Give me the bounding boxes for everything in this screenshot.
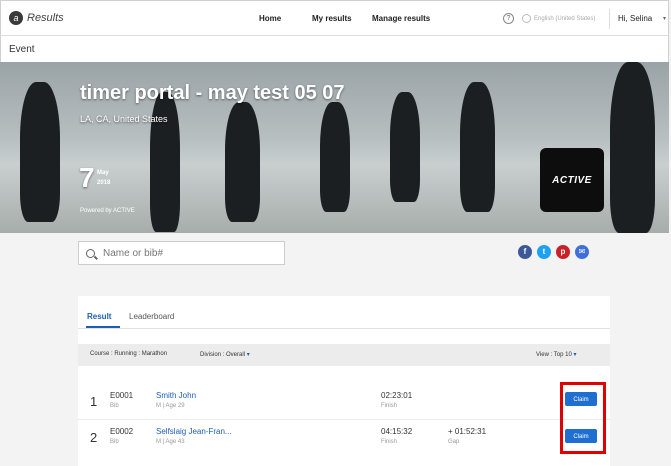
powered-by: Powered by ACTIVE xyxy=(80,208,135,214)
chevron-down-icon[interactable]: ▾ xyxy=(247,352,250,358)
results-panel: Result Leaderboard Course : Running : Ma… xyxy=(78,296,610,466)
course-value: Running : Marathon xyxy=(114,351,168,357)
rank: 1 xyxy=(90,394,98,409)
table-row: 2 E0002 Bib Selfslaig Jean-Fran... M | A… xyxy=(78,420,610,454)
language-selector[interactable]: English (United States) xyxy=(522,14,595,23)
active-logo: ACTIVE xyxy=(540,148,604,212)
bib-number: E0001 xyxy=(110,391,134,400)
participant-name-link[interactable]: Selfslaig Jean-Fran... xyxy=(156,427,232,436)
logo-mark-icon: a xyxy=(9,11,23,25)
event-location: LA, CA, United States xyxy=(80,114,168,124)
email-icon[interactable]: ✉ xyxy=(575,245,589,259)
nav-home-link[interactable]: Home xyxy=(259,14,281,23)
view-filter[interactable]: View : Top 10 ▾ xyxy=(536,351,577,358)
event-year: 2018 xyxy=(97,180,111,186)
twitter-icon[interactable]: t xyxy=(537,245,551,259)
tab-result[interactable]: Result xyxy=(87,312,111,321)
facebook-icon[interactable]: f xyxy=(518,245,532,259)
event-title: timer portal - may test 05 07 xyxy=(80,82,345,104)
claim-highlight-box xyxy=(560,382,606,454)
nav-divider xyxy=(609,9,610,29)
search-input[interactable] xyxy=(101,246,275,260)
event-bar: Event xyxy=(0,36,669,62)
language-label: English (United States) xyxy=(534,15,596,22)
user-menu[interactable]: Hi, Selina xyxy=(618,14,652,23)
hero-image-runner xyxy=(320,102,350,212)
nav-my-results-link[interactable]: My results xyxy=(312,14,352,23)
participant-info: M | Age 29 xyxy=(156,403,185,409)
course-label: Course : xyxy=(90,351,113,357)
rank: 2 xyxy=(90,430,98,445)
hero-image-runner xyxy=(150,92,180,232)
event-day: 7 xyxy=(79,162,95,193)
logo-text: Results xyxy=(27,12,64,24)
event-label: Event xyxy=(9,44,35,55)
finish-time: 02:23:01 xyxy=(381,391,413,400)
view-value[interactable]: Top 10 xyxy=(554,352,572,358)
finish-time: 04:15:32 xyxy=(381,427,413,436)
top-nav: a Results Home My results Manage results… xyxy=(0,0,669,36)
hero-image-runner xyxy=(225,102,260,222)
chevron-down-icon[interactable]: ▾ xyxy=(663,15,666,22)
finish-label: Finish xyxy=(381,439,398,445)
hero-image-runner xyxy=(460,82,495,212)
hero-image-runner xyxy=(390,92,420,202)
results-logo[interactable]: a Results xyxy=(9,11,64,25)
tab-leaderboard[interactable]: Leaderboard xyxy=(129,312,174,321)
bib-label: Bib xyxy=(110,439,119,445)
gap-label: Gap xyxy=(448,439,460,445)
event-month: May xyxy=(97,170,109,176)
division-filter[interactable]: Division : Overall ▾ xyxy=(200,351,250,358)
division-value[interactable]: Overall xyxy=(226,352,245,358)
bib-label: Bib xyxy=(110,403,119,409)
filter-bar: Course : Running : Marathon Division : O… xyxy=(78,344,610,366)
view-label: View : xyxy=(536,352,553,358)
course-filter: Course : Running : Marathon xyxy=(90,351,167,357)
finish-label: Finish xyxy=(381,403,398,409)
participant-info: M | Age 43 xyxy=(156,439,185,445)
pinterest-icon[interactable]: p xyxy=(556,245,570,259)
gap-time: + 01:52:31 xyxy=(448,427,487,436)
division-label: Division : xyxy=(200,352,225,358)
chevron-down-icon[interactable]: ▾ xyxy=(573,352,576,358)
search-icon xyxy=(86,248,95,258)
globe-icon xyxy=(522,14,531,23)
participant-name-link[interactable]: Smith John xyxy=(156,391,196,400)
tabs-divider xyxy=(78,328,610,329)
hero-image-runner xyxy=(610,62,655,233)
bib-number: E0002 xyxy=(110,427,134,436)
help-icon[interactable]: ? xyxy=(503,13,514,24)
hero-banner: timer portal - may test 05 07 LA, CA, Un… xyxy=(0,62,669,233)
hero-image-runner xyxy=(20,82,60,222)
nav-manage-results-link[interactable]: Manage results xyxy=(372,14,430,23)
search-box[interactable] xyxy=(78,241,285,265)
table-row: 1 E0001 Bib Smith John M | Age 29 02:23:… xyxy=(78,384,610,418)
